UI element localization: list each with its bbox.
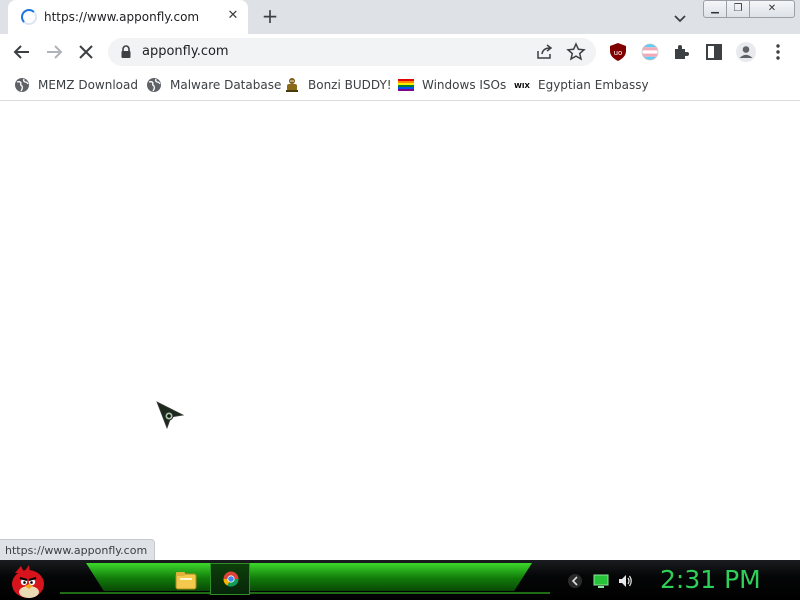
taskbar-chrome-button[interactable] bbox=[210, 563, 250, 595]
svg-text:uo: uo bbox=[614, 49, 623, 57]
back-button[interactable] bbox=[10, 40, 34, 64]
side-panel-icon[interactable] bbox=[702, 40, 726, 64]
bonzi-icon bbox=[286, 78, 298, 92]
globe-icon bbox=[15, 78, 29, 92]
bookmark-memz-download[interactable]: MEMZ Download bbox=[14, 74, 138, 96]
share-icon[interactable] bbox=[536, 43, 554, 61]
bookmark-bonzi-buddy[interactable]: Bonzi BUDDY! bbox=[284, 74, 392, 96]
forward-button[interactable] bbox=[42, 40, 66, 64]
minimize-button[interactable]: ▁ bbox=[703, 0, 727, 18]
taskbar: 2:31 PM bbox=[0, 560, 800, 600]
globe-icon bbox=[147, 78, 161, 92]
extensions-puzzle-icon[interactable] bbox=[670, 40, 694, 64]
chrome-icon bbox=[223, 571, 239, 587]
angry-bird-start-button-icon[interactable] bbox=[7, 561, 47, 599]
mouse-cursor-icon bbox=[156, 401, 185, 430]
back-arrow-icon[interactable] bbox=[567, 573, 583, 589]
bookmark-label: Egyptian Embassy bbox=[538, 78, 649, 92]
file-explorer-icon[interactable] bbox=[174, 569, 198, 591]
browser-toolbar: apponfly.com uo bbox=[0, 34, 800, 70]
speaker-icon[interactable] bbox=[617, 573, 633, 589]
profile-avatar-icon[interactable] bbox=[734, 40, 758, 64]
close-window-button[interactable]: ✕ bbox=[749, 0, 795, 18]
bookmark-star-icon[interactable] bbox=[566, 42, 586, 62]
bookmark-egyptian-embassy[interactable]: WIX Egyptian Embassy bbox=[514, 74, 649, 96]
url-text[interactable]: apponfly.com bbox=[142, 44, 229, 59]
bookmark-label: Bonzi BUDDY! bbox=[308, 78, 392, 92]
page-content bbox=[0, 101, 800, 560]
ublock-extension-icon[interactable]: uo bbox=[606, 40, 630, 64]
window-controls: ▁ ❐ ✕ bbox=[703, 0, 796, 18]
status-url-bubble: https://www.apponfly.com bbox=[0, 539, 156, 562]
trans-flag-extension-icon[interactable] bbox=[638, 40, 662, 64]
tab-title: https://www.apponfly.com bbox=[44, 10, 200, 24]
bookmark-label: MEMZ Download bbox=[38, 78, 138, 92]
menu-kebab-icon[interactable] bbox=[766, 40, 790, 64]
new-tab-button[interactable]: + bbox=[258, 5, 282, 29]
rainbow-flag-icon bbox=[398, 79, 414, 91]
tab-strip: https://www.apponfly.com ✕ + ▁ ❐ ✕ bbox=[0, 0, 800, 34]
restore-button[interactable]: ❐ bbox=[726, 0, 750, 18]
bookmarks-bar: MEMZ Download Malware Database Bonzi BUD… bbox=[0, 70, 800, 101]
lock-icon[interactable] bbox=[120, 45, 132, 59]
bookmark-label: Windows ISOs bbox=[422, 78, 507, 92]
taskbar-clock[interactable]: 2:31 PM bbox=[660, 565, 761, 594]
tab-close-button[interactable]: ✕ bbox=[224, 7, 242, 25]
stop-loading-button[interactable] bbox=[74, 40, 98, 64]
bookmark-windows-isos[interactable]: Windows ISOs bbox=[398, 74, 506, 96]
taskbar-accent-line bbox=[60, 592, 550, 594]
svg-text:WIX: WIX bbox=[514, 82, 530, 90]
bookmark-malware-database[interactable]: Malware Database bbox=[146, 74, 281, 96]
taskbar-app-strip bbox=[86, 563, 532, 591]
bookmark-label: Malware Database bbox=[170, 78, 282, 92]
wix-icon: WIX bbox=[514, 82, 530, 90]
tab-search-chevron-icon[interactable] bbox=[670, 8, 690, 28]
monitor-icon[interactable] bbox=[593, 573, 609, 589]
address-bar[interactable]: apponfly.com bbox=[108, 38, 596, 66]
loading-spinner-icon bbox=[21, 9, 37, 25]
browser-tab[interactable]: https://www.apponfly.com ✕ bbox=[8, 0, 248, 34]
